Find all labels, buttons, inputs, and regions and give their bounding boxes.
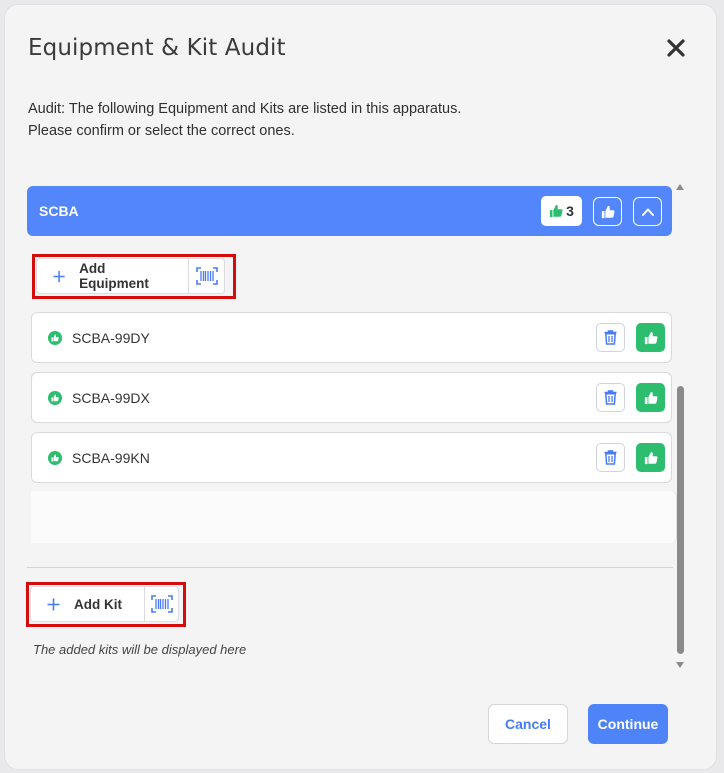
remove-equipment-button[interactable]	[596, 383, 625, 412]
remove-equipment-button[interactable]	[596, 323, 625, 352]
equipment-card: SCBA-99DX	[31, 372, 672, 423]
remove-equipment-button[interactable]	[596, 443, 625, 472]
close-button[interactable]	[665, 37, 687, 59]
collapse-group-button[interactable]	[633, 197, 662, 226]
trash-icon	[604, 390, 617, 405]
chevron-up-icon	[641, 208, 654, 216]
highlight-add-kit	[26, 582, 186, 627]
continue-button[interactable]: Continue	[588, 704, 668, 744]
equipment-card: SCBA-99DY	[31, 312, 672, 363]
equipment-name: SCBA-99KN	[72, 450, 150, 466]
intro-text: Audit: The following Equipment and Kits …	[28, 98, 461, 142]
scroll-thumb[interactable]	[677, 386, 684, 654]
modal-title: Equipment & Kit Audit	[28, 35, 286, 61]
close-icon	[667, 39, 685, 57]
approve-all-button[interactable]	[593, 197, 622, 226]
highlight-add-equipment	[32, 254, 236, 299]
equipment-placeholder-card	[31, 491, 677, 543]
thumbs-up-icon	[601, 205, 615, 218]
approved-count-badge: 3	[541, 196, 582, 226]
approved-status-icon	[48, 391, 62, 405]
equipment-name: SCBA-99DX	[72, 390, 150, 406]
thumbs-up-icon	[644, 391, 658, 404]
approve-equipment-button[interactable]	[636, 443, 665, 472]
approved-status-icon	[48, 331, 62, 345]
approved-status-icon	[48, 451, 62, 465]
equipment-name: SCBA-99DY	[72, 330, 150, 346]
section-divider	[27, 567, 673, 568]
trash-icon	[604, 330, 617, 345]
trash-icon	[604, 450, 617, 465]
thumbs-up-icon	[549, 204, 563, 218]
scroll-down-arrow[interactable]	[676, 662, 684, 668]
cancel-button[interactable]: Cancel	[488, 704, 568, 744]
group-header-scba[interactable]: SCBA 3	[27, 186, 672, 236]
thumbs-up-icon	[644, 451, 658, 464]
group-title: SCBA	[39, 203, 79, 219]
audit-modal: Equipment & Kit Audit Audit: The followi…	[4, 4, 717, 770]
scrollbar[interactable]	[675, 181, 687, 671]
approved-count: 3	[566, 203, 574, 219]
intro-line-1: Audit: The following Equipment and Kits …	[28, 101, 462, 117]
approve-equipment-button[interactable]	[636, 383, 665, 412]
audit-scroll-area: SCBA 3 Add Equipment SCBA-99DY SCBA-99DX…	[26, 186, 677, 668]
kits-empty-note: The added kits will be displayed here	[33, 642, 247, 657]
scroll-up-arrow[interactable]	[676, 184, 684, 190]
thumbs-up-icon	[644, 331, 658, 344]
approve-equipment-button[interactable]	[636, 323, 665, 352]
intro-line-2: Please confirm or select the correct one…	[28, 123, 295, 139]
equipment-card: SCBA-99KN	[31, 432, 672, 483]
